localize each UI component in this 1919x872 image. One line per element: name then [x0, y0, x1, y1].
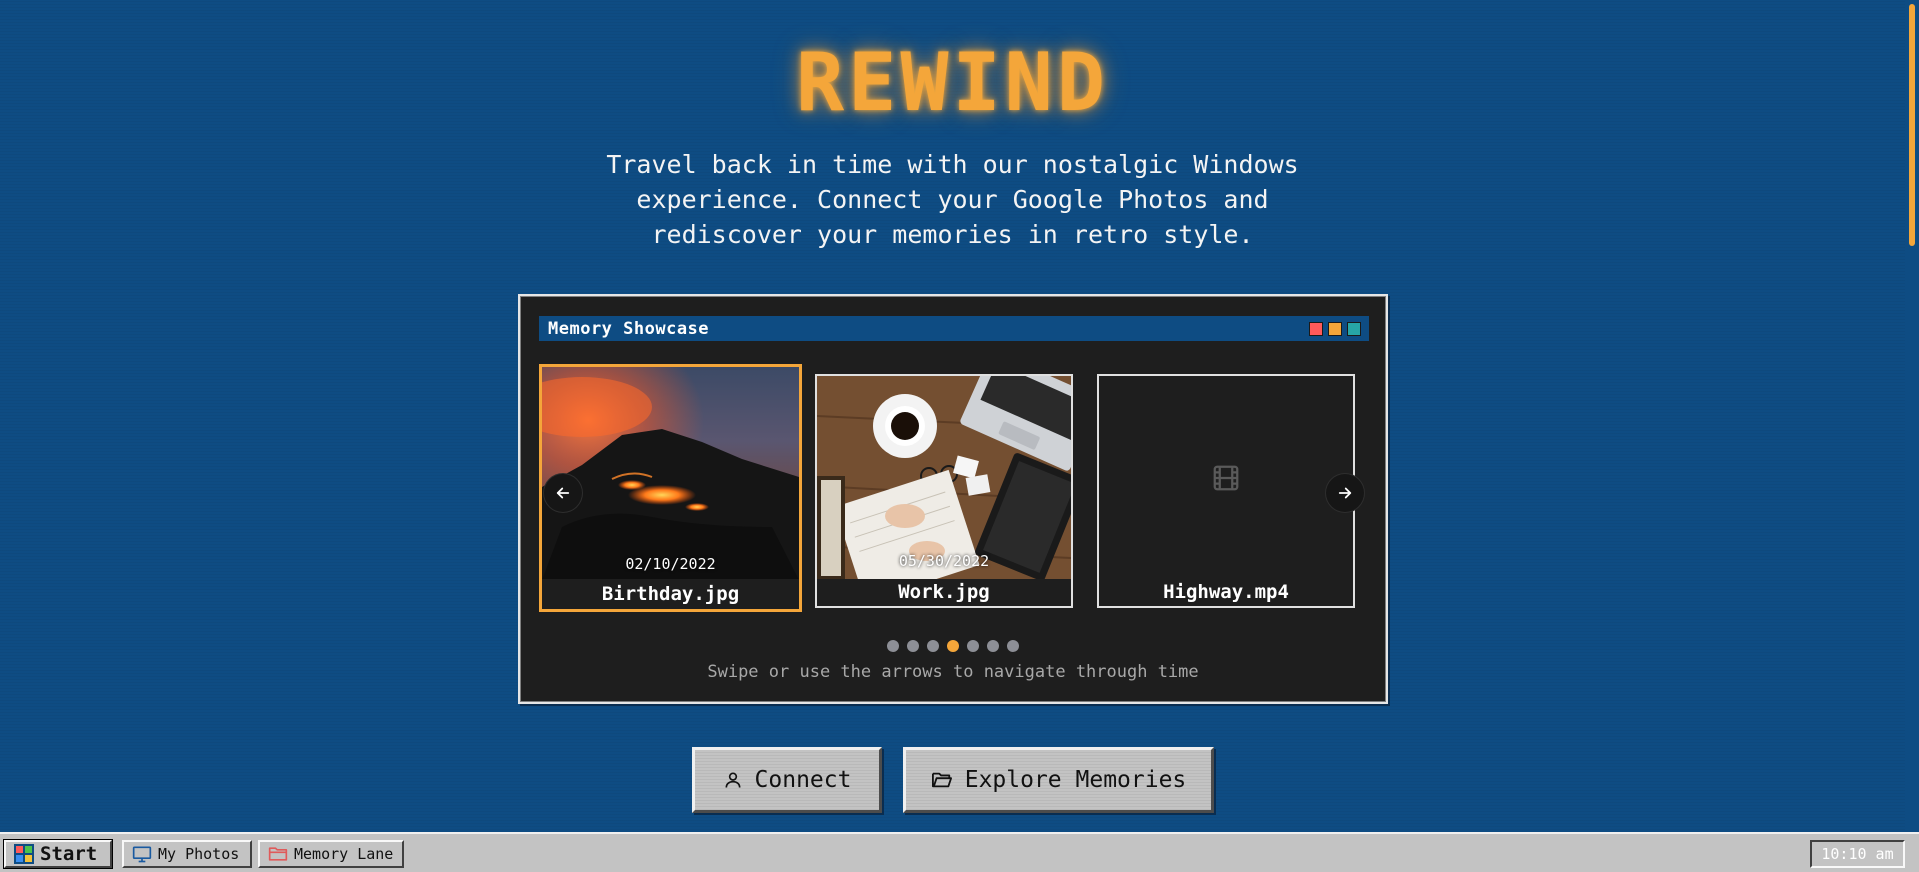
- memory-date: 05/30/2022: [898, 552, 990, 570]
- memory-filename: Work.jpg: [817, 579, 1071, 606]
- window-maximize-button[interactable]: [1347, 321, 1361, 336]
- desk-photo: [817, 376, 1071, 579]
- folder-open-icon: [931, 772, 952, 788]
- connect-label: Connect: [754, 767, 852, 793]
- windows-logo-icon: [14, 844, 34, 864]
- connect-button[interactable]: Connect: [692, 747, 882, 813]
- pagination-dot[interactable]: [967, 640, 979, 652]
- taskbar: Start My Photos Memory Lane 10:10 am: [0, 832, 1919, 872]
- window-title: Memory Showcase: [548, 318, 710, 339]
- memory-date: 02/10/2022: [625, 555, 716, 573]
- user-icon: [725, 772, 741, 788]
- scrollbar-thumb[interactable]: [1909, 4, 1915, 246]
- pagination-dot[interactable]: [907, 640, 919, 652]
- memory-filename: Highway.mp4: [1099, 579, 1353, 606]
- taskbar-clock: 10:10 am: [1810, 840, 1905, 868]
- taskbar-item-memory-lane[interactable]: Memory Lane: [258, 840, 404, 868]
- video-placeholder: [1099, 376, 1353, 579]
- next-arrow-button[interactable]: [1326, 474, 1364, 512]
- arrow-left-icon: [556, 487, 570, 499]
- explore-memories-button[interactable]: Explore Memories: [903, 747, 1214, 813]
- taskbar-item-label: Memory Lane: [294, 845, 394, 863]
- prev-arrow-button[interactable]: [544, 474, 582, 512]
- navigation-hint: Swipe or use the arrows to navigate thro…: [707, 662, 1199, 682]
- volcano-photo: [542, 367, 799, 580]
- start-label: Start: [40, 843, 98, 865]
- memory-card-highway[interactable]: Highway.mp4: [1097, 374, 1355, 608]
- logo-title: REWIND: [796, 36, 1109, 129]
- desktop: REWIND Travel back in time with our nost…: [0, 0, 1905, 832]
- memory-filename: Birthday.jpg: [542, 579, 799, 609]
- memory-showcase-window: Memory Showcase 02/10/2022 Birthday.jpg …: [518, 294, 1388, 704]
- memory-card-work[interactable]: 05/30/2022 Work.jpg: [815, 374, 1073, 608]
- page-scrollbar[interactable]: [1905, 0, 1919, 832]
- taskbar-item-my-photos[interactable]: My Photos: [122, 840, 252, 868]
- tagline: Travel back in time with our nostalgic W…: [606, 150, 1299, 249]
- monitor-icon: [132, 846, 152, 863]
- window-close-button[interactable]: [1309, 321, 1323, 336]
- explore-label: Explore Memories: [964, 767, 1187, 793]
- pagination-dot[interactable]: [927, 640, 939, 652]
- window-minimize-button[interactable]: [1328, 321, 1342, 336]
- pagination-dot[interactable]: [887, 640, 899, 652]
- taskbar-item-label: My Photos: [158, 845, 240, 863]
- pagination-dot[interactable]: [987, 640, 999, 652]
- window-titlebar[interactable]: Memory Showcase: [539, 316, 1369, 341]
- pagination-dot[interactable]: [947, 640, 959, 652]
- window-controls: [1309, 321, 1361, 336]
- arrow-right-icon: [1338, 487, 1352, 499]
- folder-icon: [268, 847, 288, 861]
- film-icon: [1213, 465, 1239, 490]
- pagination-dots: [520, 640, 1386, 652]
- start-button[interactable]: Start: [4, 840, 112, 868]
- pagination-dot[interactable]: [1007, 640, 1019, 652]
